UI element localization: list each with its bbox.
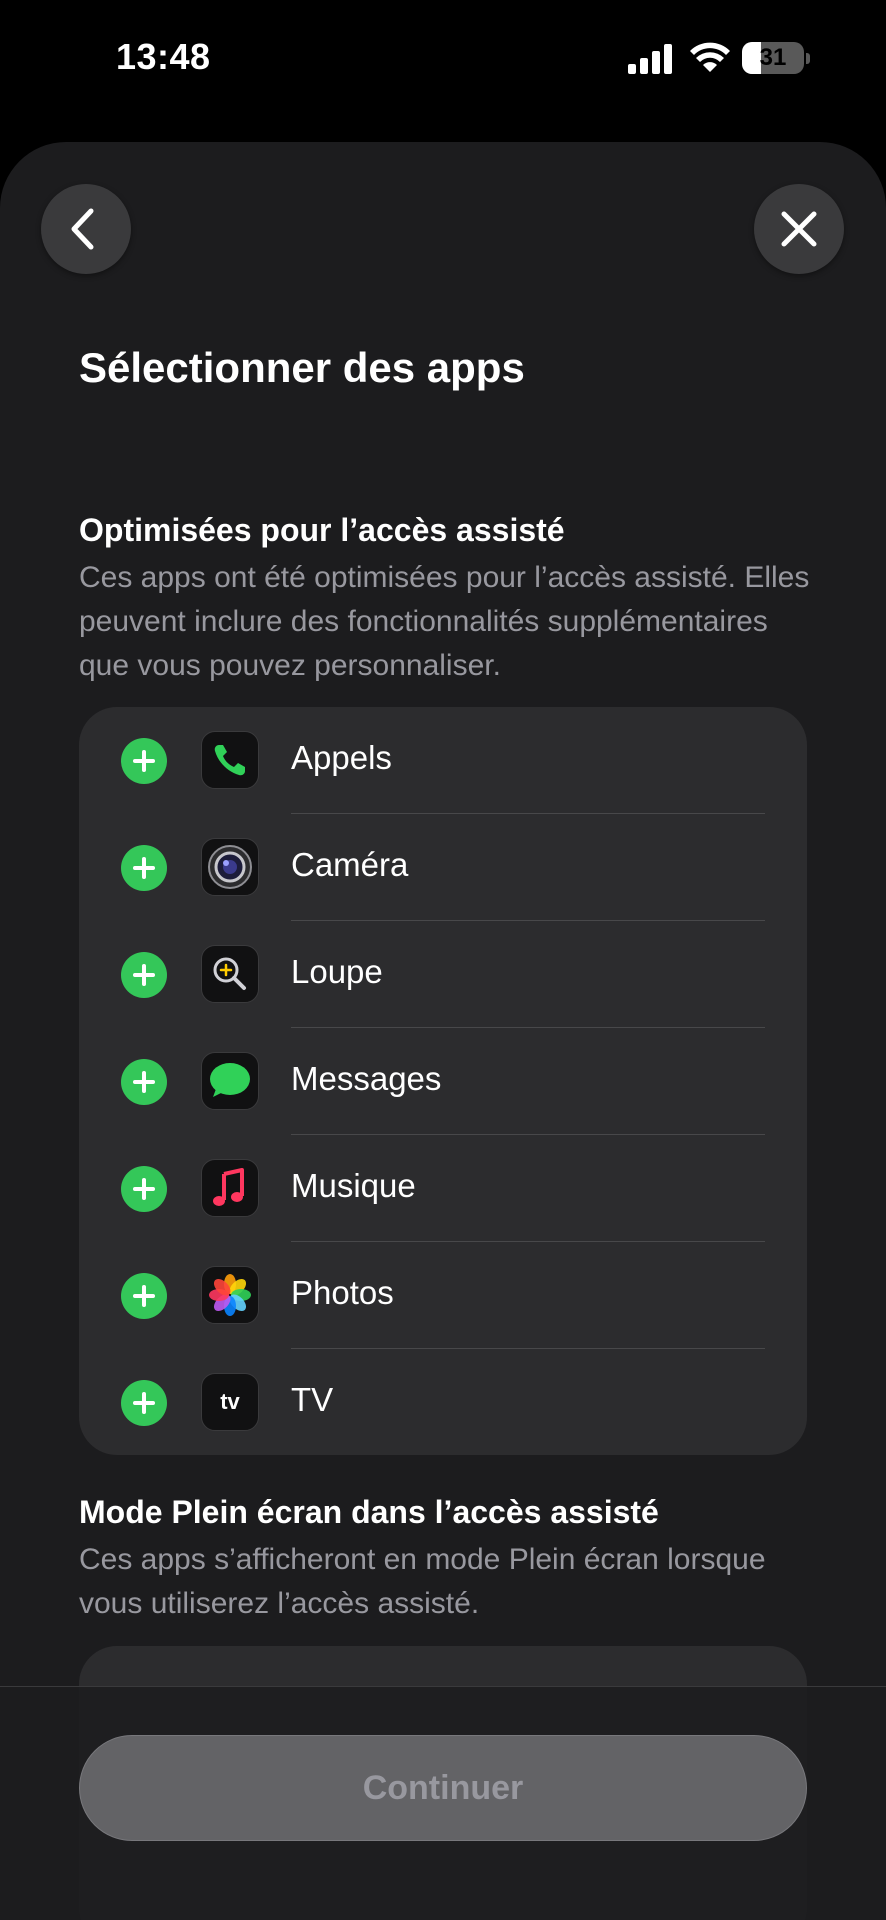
add-button[interactable] xyxy=(121,1059,167,1105)
add-button[interactable] xyxy=(121,1166,167,1212)
phone-icon xyxy=(201,731,259,789)
camera-icon xyxy=(201,838,259,896)
magnifier-icon xyxy=(201,945,259,1003)
battery-level: 31 xyxy=(759,44,787,71)
list-item-label: TV xyxy=(291,1381,334,1418)
status-bar: 13:48 31 xyxy=(0,0,886,120)
section-description-fullscreen: Ces apps s’afficheront en mode Plein écr… xyxy=(79,1543,766,1620)
tv-icon-mark: tv xyxy=(220,1389,240,1414)
list-item-label: Caméra xyxy=(291,846,409,883)
screen: 13:48 31 Sélectionner des apps Optimisée… xyxy=(0,0,886,1920)
battery-tip xyxy=(806,53,810,64)
continue-button[interactable]: Continuer xyxy=(79,1735,807,1841)
list-item-loupe[interactable]: Loupe xyxy=(79,921,807,1028)
add-button[interactable] xyxy=(121,845,167,891)
add-button[interactable] xyxy=(121,738,167,784)
add-button[interactable] xyxy=(121,952,167,998)
select-apps-sheet: Sélectionner des apps Optimisées pour l’… xyxy=(0,142,886,1920)
list-item-appels[interactable]: Appels xyxy=(79,707,807,814)
list-item-label: Photos xyxy=(291,1274,394,1311)
add-button[interactable] xyxy=(121,1380,167,1426)
add-button[interactable] xyxy=(121,1273,167,1319)
tv-icon: tv xyxy=(201,1373,259,1431)
list-item-photos[interactable]: Photos xyxy=(79,1242,807,1349)
status-time: 13:48 xyxy=(116,36,211,77)
list-item-musique[interactable]: Musique xyxy=(79,1135,807,1242)
list-item-tv[interactable]: tv TV xyxy=(79,1349,807,1455)
battery-icon: 31 xyxy=(742,42,810,76)
chevron-left-icon xyxy=(71,208,94,250)
section-title-optimized: Optimisées pour l’accès assisté xyxy=(79,512,565,548)
section-description-optimized: Ces apps ont été optimisées pour l’accès… xyxy=(79,561,810,682)
music-icon xyxy=(201,1159,259,1217)
messages-icon xyxy=(201,1052,259,1110)
optimized-apps-list: Appels Caméra Loupe Messages Musique Pho… xyxy=(79,707,807,1455)
photos-icon xyxy=(201,1266,259,1324)
list-item-label: Messages xyxy=(291,1060,442,1097)
battery-body: 31 xyxy=(742,42,804,74)
list-item-camera[interactable]: Caméra xyxy=(79,814,807,921)
close-button[interactable] xyxy=(754,184,844,274)
footer-bar: Continuer xyxy=(0,1686,886,1920)
list-item-label: Loupe xyxy=(291,953,383,990)
list-item-messages[interactable]: Messages xyxy=(79,1028,807,1135)
section-title-fullscreen: Mode Plein écran dans l’accès assisté xyxy=(79,1494,659,1530)
list-item-label: Appels xyxy=(291,739,392,776)
list-item-label: Musique xyxy=(291,1167,416,1204)
cellular-signal-icon xyxy=(628,44,672,74)
wifi-icon xyxy=(690,42,730,72)
back-button[interactable] xyxy=(41,184,131,274)
close-icon xyxy=(781,211,817,247)
page-title: Sélectionner des apps xyxy=(79,344,525,391)
